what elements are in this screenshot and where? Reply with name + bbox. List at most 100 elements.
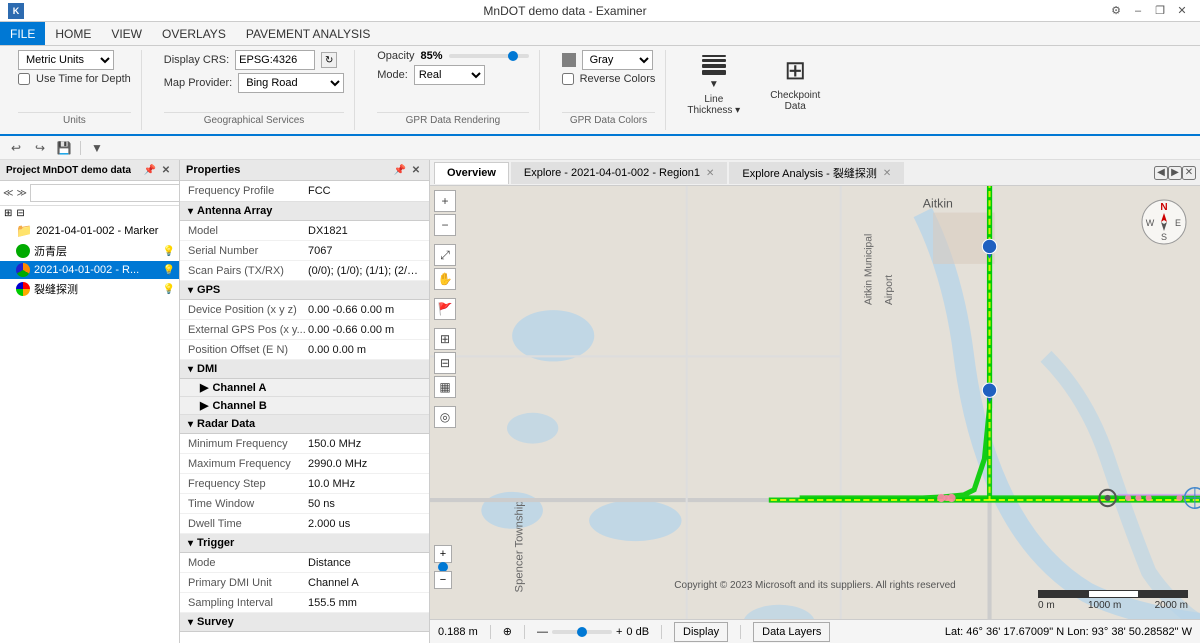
crs-refresh-button[interactable]: ↻ — [321, 52, 337, 68]
panel-expand-toggle[interactable]: ⊞ ⊟ — [0, 206, 179, 221]
map-zoom-in-button[interactable]: + — [434, 190, 456, 212]
menu-item-pavement-analysis[interactable]: PAVEMENT ANALYSIS — [236, 22, 381, 45]
project-panel-title: Project MnDOT demo data — [6, 165, 131, 176]
model-val: DX1821 — [308, 225, 421, 237]
gps-status-item: ⊕ — [503, 625, 512, 638]
qat-redo-button[interactable]: ↪ — [30, 139, 50, 157]
channel-b-subsection[interactable]: ▶ Channel B — [180, 397, 429, 415]
map-pan-button[interactable]: ✋ — [434, 268, 456, 290]
opacity-slider[interactable] — [449, 54, 529, 58]
map-provider-label: Map Provider: — [164, 77, 232, 89]
region-vis[interactable]: 💡 — [163, 265, 175, 276]
tree-item-region[interactable]: 2021-04-01-002 - R... 💡 — [0, 261, 179, 279]
map-zoom-out-button[interactable]: − — [434, 214, 456, 236]
tab-overview[interactable]: Overview — [434, 162, 509, 184]
checkpoint-data-button[interactable]: ⊞ CheckpointData — [761, 50, 829, 117]
map-layers-button[interactable]: ▦ — [434, 376, 456, 398]
project-search-input[interactable] — [30, 184, 180, 202]
tree-folder-1[interactable]: 📁 2021-04-01-002 - Marker — [0, 221, 179, 241]
crs-input[interactable] — [235, 50, 315, 70]
units-select[interactable]: Metric Units Imperial Units — [18, 50, 114, 70]
crack-vis[interactable]: 💡 — [163, 284, 175, 295]
mode-select[interactable]: Real Imaginary Amplitude — [414, 65, 485, 85]
menu-item-file[interactable]: FILE — [0, 22, 45, 45]
map-extent-button[interactable]: ⤢ — [434, 244, 456, 266]
data-layers-button[interactable]: Data Layers — [753, 622, 830, 642]
menu-item-view[interactable]: VIEW — [101, 22, 152, 45]
mode-label: Mode: — [377, 69, 408, 81]
scan-pairs-row: Scan Pairs (TX/RX) (0/0); (1/0); (1/1); … — [180, 261, 429, 281]
panel-collapse-button[interactable]: ≪ — [3, 186, 13, 200]
title-bar: K MnDOT demo data - Examiner ⚙ – ❐ ✕ — [0, 0, 1200, 22]
settings-button[interactable]: ⚙ — [1106, 3, 1126, 19]
qat-save-button[interactable]: 💾 — [54, 139, 74, 157]
antenna-array-section[interactable]: ▾ Antenna Array — [180, 202, 429, 221]
map-remove-layer-button[interactable]: ⊟ — [434, 352, 456, 374]
ribbon-group-units: Metric Units Imperial Units Use Time for… — [8, 50, 142, 130]
scan-pairs-key: Scan Pairs (TX/RX) — [188, 265, 308, 277]
tab-explore-analysis[interactable]: Explore Analysis - 裂缝探测 ✕ — [729, 162, 904, 184]
ribbon-units-row2: Use Time for Depth — [18, 73, 131, 85]
sampling-val: 155.5 mm — [308, 597, 421, 609]
asphalt-vis[interactable]: 💡 — [163, 246, 175, 257]
channel-a-subsection[interactable]: ▶ Channel A — [180, 379, 429, 397]
zoom-decrease-button[interactable]: − — [434, 571, 452, 589]
zoom-slider[interactable] — [436, 565, 450, 569]
region-label: 2021-04-01-002 - R... — [34, 264, 159, 276]
tab-explore-analysis-close[interactable]: ✕ — [883, 168, 891, 179]
tab-explore[interactable]: Explore - 2021-04-01-002 - Region1 ✕ — [511, 162, 728, 184]
menu-item-overlays[interactable]: OVERLAYS — [152, 22, 236, 45]
ribbon-geo-controls: Display CRS: ↻ Map Provider: Bing Road B… — [164, 50, 344, 108]
use-time-for-depth-checkbox[interactable] — [18, 73, 30, 85]
db-slider[interactable] — [552, 630, 612, 634]
display-button[interactable]: Display — [674, 622, 728, 642]
trigger-section[interactable]: ▾ Trigger — [180, 534, 429, 553]
props-pin-button[interactable]: 📌 — [393, 163, 407, 177]
props-close-button[interactable]: ✕ — [409, 163, 423, 177]
map-provider-select[interactable]: Bing Road Bing Aerial OpenStreetMap — [238, 73, 344, 93]
survey-section[interactable]: ▾ Survey — [180, 613, 429, 632]
freq-step-key: Frequency Step — [188, 478, 308, 490]
vertical-zoom-slider: + − — [434, 545, 452, 589]
map-canvas[interactable]: Aitkin Aitkin Municipal Airport Spencer … — [430, 186, 1200, 619]
qat-more-button[interactable]: ▼ — [87, 139, 107, 157]
tab-explore-close[interactable]: ✕ — [706, 168, 714, 179]
menu-item-home[interactable]: HOME — [45, 22, 101, 45]
tab-bar-left-button[interactable]: ◀ — [1154, 166, 1168, 180]
tree-item-crack[interactable]: 裂缝探测 💡 — [0, 279, 179, 299]
reverse-colors-checkbox[interactable] — [562, 73, 574, 85]
properties-body: Frequency Profile FCC ▾ Antenna Array Mo… — [180, 181, 429, 643]
close-button[interactable]: ✕ — [1172, 3, 1192, 19]
map-add-layer-button[interactable]: ⊞ — [434, 328, 456, 350]
props-header-controls: 📌 ✕ — [393, 163, 423, 177]
status-sep1 — [490, 625, 491, 639]
project-panel: Project MnDOT demo data 📌 ✕ ≪ ≫ ⊞ ⊟ 📁 20… — [0, 160, 180, 643]
tree-item-asphalt[interactable]: 沥青层 💡 — [0, 241, 179, 261]
tab-bar-close-button[interactable]: ✕ — [1182, 166, 1196, 180]
time-window-val: 50 ns — [308, 498, 421, 510]
dmi-section[interactable]: ▾ DMI — [180, 360, 429, 379]
time-window-row: Time Window 50 ns — [180, 494, 429, 514]
tab-bar-right-button[interactable]: ▶ — [1168, 166, 1182, 180]
map-flag-button[interactable]: 🚩 — [434, 298, 456, 320]
map-provider-row: Map Provider: Bing Road Bing Aerial Open… — [164, 73, 344, 93]
gpr-rendering-label: GPR Data Rendering — [377, 112, 528, 126]
line-thickness-button[interactable]: ▼ LineThickness ▾ — [678, 50, 749, 121]
zoom-increase-button[interactable]: + — [434, 545, 452, 563]
gps-section[interactable]: ▾ GPS — [180, 281, 429, 300]
max-freq-val: 2990.0 MHz — [308, 458, 421, 470]
primary-dmi-row: Primary DMI Unit Channel A — [180, 573, 429, 593]
gps-icon: ⊕ — [503, 625, 512, 638]
panel-pin-button[interactable]: 📌 — [143, 163, 157, 177]
panel-expand-button[interactable]: ≫ — [16, 186, 26, 200]
minimize-button[interactable]: – — [1128, 3, 1148, 19]
restore-button[interactable]: ❐ — [1150, 3, 1170, 19]
panel-close-button[interactable]: ✕ — [159, 163, 173, 177]
color-scheme-select[interactable]: Gray Seismic Rainbow — [582, 50, 653, 70]
survey-expand-arrow: ▾ — [188, 617, 193, 628]
radar-data-section[interactable]: ▾ Radar Data — [180, 415, 429, 434]
radar-expand-arrow: ▾ — [188, 419, 193, 430]
status-sep2 — [524, 625, 525, 639]
map-locate-button[interactable]: ◎ — [434, 406, 456, 428]
qat-undo-button[interactable]: ↩ — [6, 139, 26, 157]
